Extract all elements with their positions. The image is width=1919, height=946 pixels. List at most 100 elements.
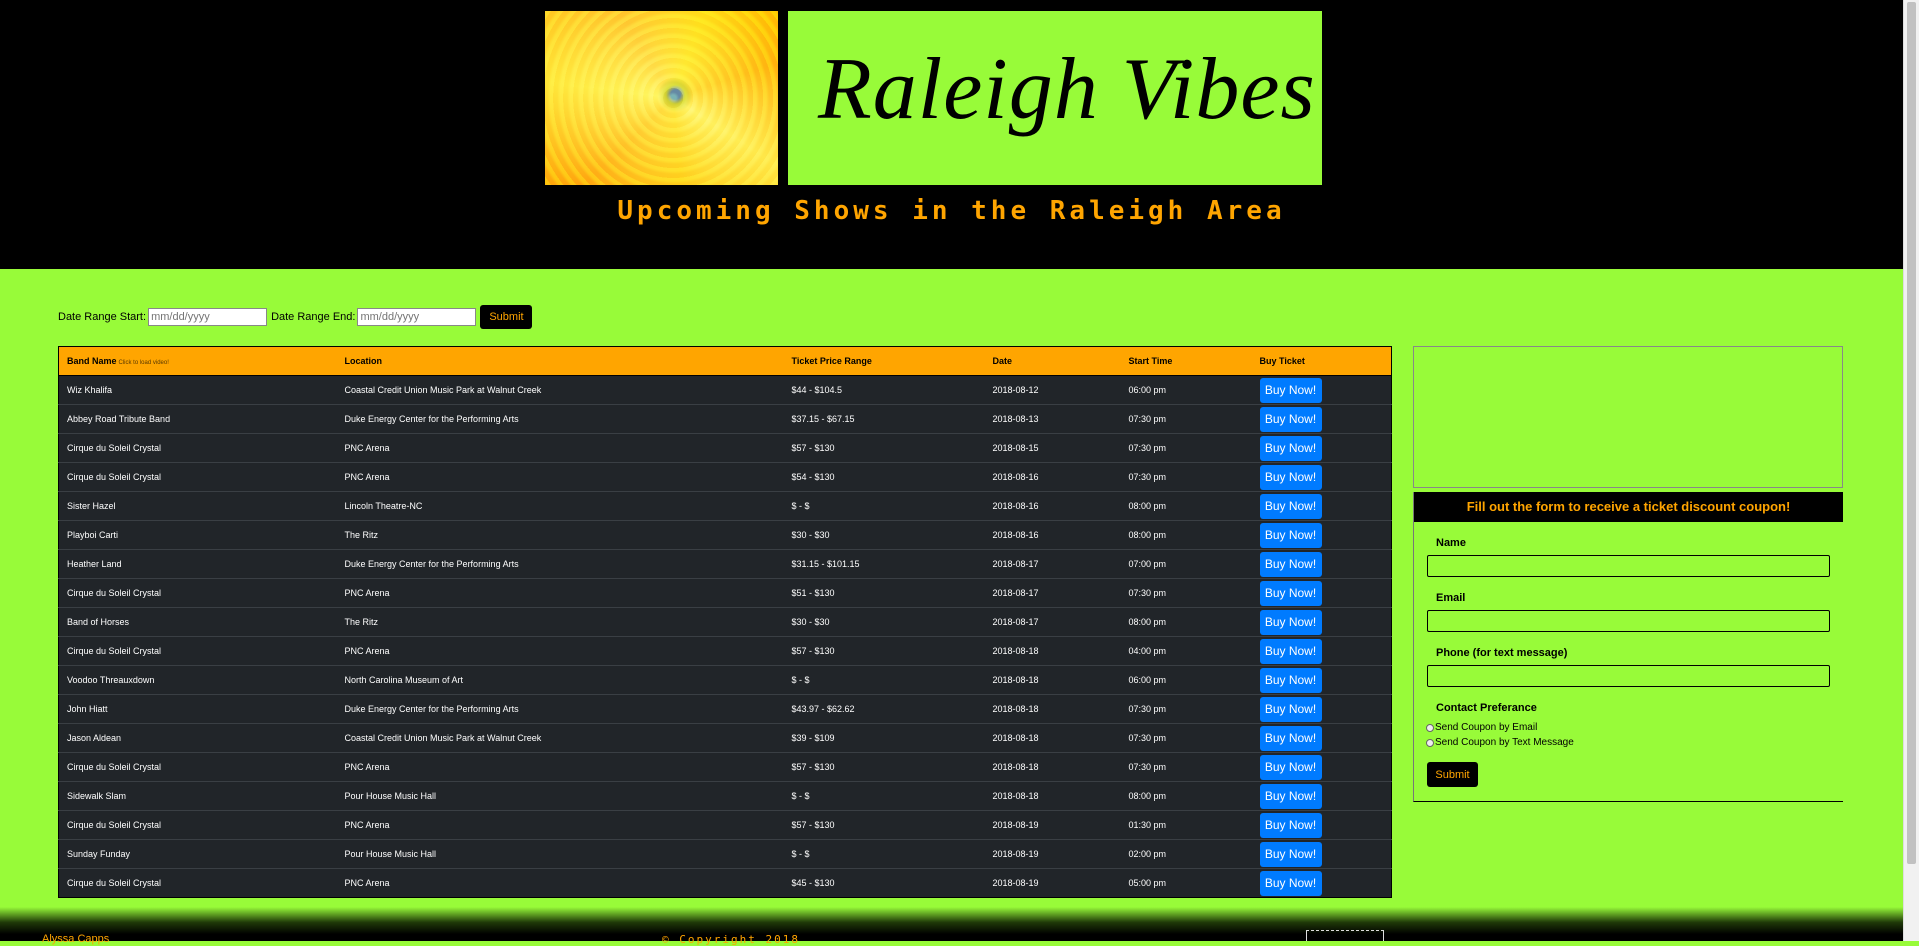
price-cell: $57 - $130: [783, 636, 985, 666]
video-frame[interactable]: [1413, 346, 1843, 488]
table-row: Sister Hazel Lincoln Theatre-NC $ - $2018-…: [58, 491, 1392, 521]
start-time-cell: 07:30 pm: [1120, 404, 1252, 434]
table-header-row: Band Name Click to load video! Location T…: [58, 346, 1392, 376]
table-row: Sunday Funday Pour House Music Hall $ - $2…: [58, 839, 1392, 869]
price-cell: $ - $: [783, 839, 985, 869]
email-field[interactable]: [1427, 610, 1830, 632]
band-name-cell[interactable]: Wiz Khalifa: [58, 375, 337, 405]
table-row: Wiz Khalifa Coastal Credit Union Music Pa…: [58, 375, 1392, 405]
buy-now-button[interactable]: Buy Now!: [1259, 551, 1322, 577]
buy-now-button[interactable]: Buy Now!: [1259, 406, 1322, 432]
band-name-cell[interactable]: Sister Hazel: [58, 491, 337, 521]
table-row: Cirque du Soleil Crystal PNC Arena $57 - $…: [58, 433, 1392, 463]
buy-ticket-cell: Buy Now!: [1251, 839, 1392, 869]
buy-now-button[interactable]: Buy Now!: [1259, 783, 1322, 809]
band-name-cell[interactable]: John Hiatt: [58, 694, 337, 724]
buy-now-button[interactable]: Buy Now!: [1259, 580, 1322, 606]
date-submit-button[interactable]: Submit: [480, 305, 533, 329]
buy-now-button[interactable]: Buy Now!: [1259, 696, 1322, 722]
date-cell: 2018-08-17: [984, 549, 1121, 579]
price-cell: $57 - $130: [783, 752, 985, 782]
buy-now-button[interactable]: Buy Now!: [1259, 464, 1322, 490]
table-row: Cirque du Soleil Crystal PNC Arena $57 - $…: [58, 810, 1392, 840]
buy-ticket-cell: Buy Now!: [1251, 636, 1392, 666]
coupon-submit-button[interactable]: Submit: [1427, 762, 1478, 787]
price-cell: $ - $: [783, 665, 985, 695]
date-cell: 2018-08-16: [984, 520, 1121, 550]
location-cell: Duke Energy Center for the Performing Ar…: [336, 549, 784, 579]
location-cell: PNC Arena: [336, 462, 784, 492]
table-row: Heather Land Duke Energy Center for the P…: [58, 549, 1392, 579]
buy-now-button[interactable]: Buy Now!: [1259, 725, 1322, 751]
start-time-cell: 07:30 pm: [1120, 694, 1252, 724]
table-row: John Hiatt Duke Energy Center for the Per…: [58, 694, 1392, 724]
buy-now-button[interactable]: Buy Now!: [1259, 870, 1322, 896]
location-cell: PNC Arena: [336, 636, 784, 666]
date-cell: 2018-08-19: [984, 839, 1121, 869]
band-name-cell[interactable]: Cirque du Soleil Crystal: [58, 752, 337, 782]
start-time-cell: 05:00 pm: [1120, 868, 1252, 898]
location-cell: PNC Arena: [336, 868, 784, 898]
table-row: Voodoo Threauxdown North Carolina Museum …: [58, 665, 1392, 695]
site-header: Raleigh Vibes Upcoming Shows in the Rale…: [0, 0, 1903, 269]
location-cell: Coastal Credit Union Music Park at Walnu…: [336, 375, 784, 405]
band-name-cell[interactable]: Heather Land: [58, 549, 337, 579]
date-cell: 2018-08-17: [984, 607, 1121, 637]
buy-now-button[interactable]: Buy Now!: [1259, 609, 1322, 635]
buy-now-button[interactable]: Buy Now!: [1259, 812, 1322, 838]
start-time-cell: 04:00 pm: [1120, 636, 1252, 666]
date-cell: 2018-08-18: [984, 636, 1121, 666]
band-name-cell[interactable]: Voodoo Threauxdown: [58, 665, 337, 695]
email-radio[interactable]: [1426, 723, 1434, 732]
buy-ticket-cell: Buy Now!: [1251, 781, 1392, 811]
buy-now-button[interactable]: Buy Now!: [1259, 638, 1322, 664]
buy-now-button[interactable]: Buy Now!: [1259, 522, 1322, 548]
start-time-cell: 07:30 pm: [1120, 433, 1252, 463]
phone-field[interactable]: [1427, 665, 1830, 687]
price-cell: $31.15 - $101.15: [783, 549, 985, 579]
footer-decoration: [1306, 930, 1384, 941]
band-name-cell[interactable]: Cirque du Soleil Crystal: [58, 462, 337, 492]
col-header-band[interactable]: Band Name Click to load video!: [58, 346, 337, 376]
buy-now-button[interactable]: Buy Now!: [1259, 493, 1322, 519]
scrollbar-thumb[interactable]: [1907, 2, 1916, 864]
price-cell: $ - $: [783, 491, 985, 521]
buy-ticket-cell: Buy Now!: [1251, 375, 1392, 405]
band-name-cell[interactable]: Abbey Road Tribute Band: [58, 404, 337, 434]
buy-ticket-cell: Buy Now!: [1251, 462, 1392, 492]
phone-label: Phone (for text message): [1436, 647, 1568, 659]
band-name-cell[interactable]: Cirque du Soleil Crystal: [58, 578, 337, 608]
band-name-cell[interactable]: Cirque du Soleil Crystal: [58, 868, 337, 898]
buy-ticket-cell: Buy Now!: [1251, 491, 1392, 521]
buy-now-button[interactable]: Buy Now!: [1259, 841, 1322, 867]
buy-ticket-cell: Buy Now!: [1251, 694, 1392, 724]
footer-copyright: © Copyright 2018: [662, 933, 800, 946]
buy-now-button[interactable]: Buy Now!: [1259, 667, 1322, 693]
table-row: Cirque du Soleil Crystal PNC Arena $45 - $…: [58, 868, 1392, 898]
text-radio[interactable]: [1426, 738, 1434, 747]
buy-now-button[interactable]: Buy Now!: [1259, 377, 1322, 403]
date-end-input[interactable]: [357, 308, 477, 326]
band-name-cell[interactable]: Sidewalk Slam: [58, 781, 337, 811]
table-row: Cirque du Soleil Crystal PNC Arena $51 - $…: [58, 578, 1392, 608]
name-field[interactable]: [1427, 555, 1830, 577]
band-name-cell[interactable]: Jason Aldean: [58, 723, 337, 753]
price-cell: $43.97 - $62.62: [783, 694, 985, 724]
band-name-cell[interactable]: Cirque du Soleil Crystal: [58, 810, 337, 840]
date-start-input[interactable]: [148, 308, 268, 326]
col-header-location: Location: [336, 346, 784, 376]
buy-now-button[interactable]: Buy Now!: [1259, 435, 1322, 461]
price-cell: $ - $: [783, 781, 985, 811]
email-option[interactable]: Send Coupon by Email: [1426, 722, 1537, 733]
date-cell: 2018-08-18: [984, 723, 1121, 753]
band-name-cell[interactable]: Band of Horses: [58, 607, 337, 637]
date-cell: 2018-08-16: [984, 491, 1121, 521]
buy-now-button[interactable]: Buy Now!: [1259, 754, 1322, 780]
text-option[interactable]: Send Coupon by Text Message: [1426, 737, 1574, 748]
band-name-cell[interactable]: Sunday Funday: [58, 839, 337, 869]
band-name-cell[interactable]: Playboi Carti: [58, 520, 337, 550]
band-name-cell[interactable]: Cirque du Soleil Crystal: [58, 636, 337, 666]
band-name-cell[interactable]: Cirque du Soleil Crystal: [58, 433, 337, 463]
table-row: Sidewalk Slam Pour House Music Hall $ - $2…: [58, 781, 1392, 811]
page-scrollbar[interactable]: [1903, 0, 1919, 941]
